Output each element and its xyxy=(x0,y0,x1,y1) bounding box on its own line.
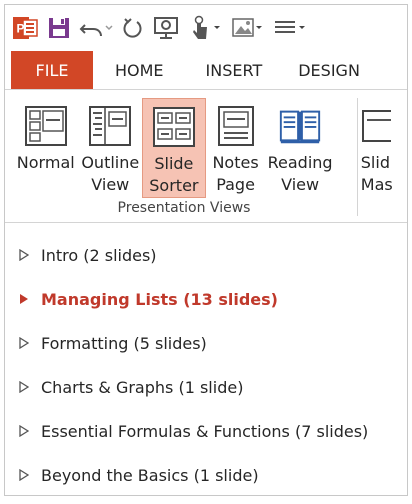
presentation-views-group: Normal Outline View Slide Sorter Notes P… xyxy=(5,90,407,198)
ribbon-panel: Normal Outline View Slide Sorter Notes P… xyxy=(5,90,407,223)
expand-triangle-icon[interactable] xyxy=(19,337,35,349)
section-label: Beyond the Basics (1 slide) xyxy=(41,465,259,485)
section-label: Managing Lists (13 slides) xyxy=(41,289,278,309)
redo-icon[interactable] xyxy=(121,13,145,43)
reading-view-label: Reading View xyxy=(267,153,333,194)
powerpoint-logo-icon: P xyxy=(13,13,39,43)
undo-icon[interactable] xyxy=(79,13,113,43)
section-item[interactable]: Beyond the Basics (1 slide) xyxy=(5,453,407,495)
slide-sorter-icon xyxy=(151,105,197,149)
section-item[interactable]: Essential Formulas & Functions (7 slides… xyxy=(5,409,407,453)
slide-master-label: Slid Mas xyxy=(360,153,393,194)
section-item[interactable]: Intro (2 slides) xyxy=(5,233,407,277)
outline-view-icon xyxy=(87,104,133,148)
expand-triangle-icon[interactable] xyxy=(19,249,35,261)
powerpoint-window: P FILE HOME INSERT DESIGN Normal Outline… xyxy=(4,4,408,496)
presentation-views-group-label: Presentation Views xyxy=(117,200,251,216)
section-item[interactable]: Charts & Graphs (1 slide) xyxy=(5,365,407,409)
notes-page-button[interactable]: Notes Page xyxy=(206,98,266,198)
section-label: Essential Formulas & Functions (7 slides… xyxy=(41,421,369,441)
expand-triangle-icon[interactable] xyxy=(19,425,35,437)
save-icon[interactable] xyxy=(47,13,71,43)
outline-view-button[interactable]: Outline View xyxy=(79,98,143,198)
section-list: Intro (2 slides) Managing Lists (13 slid… xyxy=(5,223,407,495)
expand-triangle-icon[interactable] xyxy=(19,469,35,481)
tab-insert[interactable]: INSERT xyxy=(188,51,281,89)
normal-view-label: Normal xyxy=(16,153,75,172)
slide-sorter-button[interactable]: Slide Sorter xyxy=(142,98,206,198)
tab-design[interactable]: DESIGN xyxy=(280,51,378,89)
normal-view-icon xyxy=(23,104,69,148)
section-item[interactable]: Formatting (5 slides) xyxy=(5,321,407,365)
slide-master-icon xyxy=(361,104,391,148)
reading-view-button[interactable]: Reading View xyxy=(265,98,334,198)
normal-view-button[interactable]: Normal xyxy=(13,98,79,198)
notes-page-label: Notes Page xyxy=(212,153,259,194)
section-label: Intro (2 slides) xyxy=(41,245,157,265)
reading-view-icon xyxy=(277,104,323,148)
quick-access-toolbar: P xyxy=(5,5,407,51)
slide-sorter-label: Slide Sorter xyxy=(149,154,199,195)
tab-file[interactable]: FILE xyxy=(11,51,93,89)
expand-triangle-icon[interactable] xyxy=(19,381,35,393)
tab-home[interactable]: HOME xyxy=(93,51,188,89)
presenter-view-icon[interactable] xyxy=(153,13,181,43)
customize-qat-icon[interactable] xyxy=(273,13,309,43)
notes-page-icon xyxy=(213,104,259,148)
outline-view-label: Outline View xyxy=(81,153,140,194)
touch-mode-icon[interactable] xyxy=(189,13,223,43)
section-label: Formatting (5 slides) xyxy=(41,333,207,353)
ribbon-tabs: FILE HOME INSERT DESIGN xyxy=(5,51,407,90)
svg-text:P: P xyxy=(16,22,24,36)
picture-icon[interactable] xyxy=(231,13,265,43)
section-label: Charts & Graphs (1 slide) xyxy=(41,377,244,397)
section-item-active[interactable]: Managing Lists (13 slides) xyxy=(5,277,407,321)
group-separator xyxy=(357,98,358,216)
expand-triangle-icon[interactable] xyxy=(19,293,35,305)
